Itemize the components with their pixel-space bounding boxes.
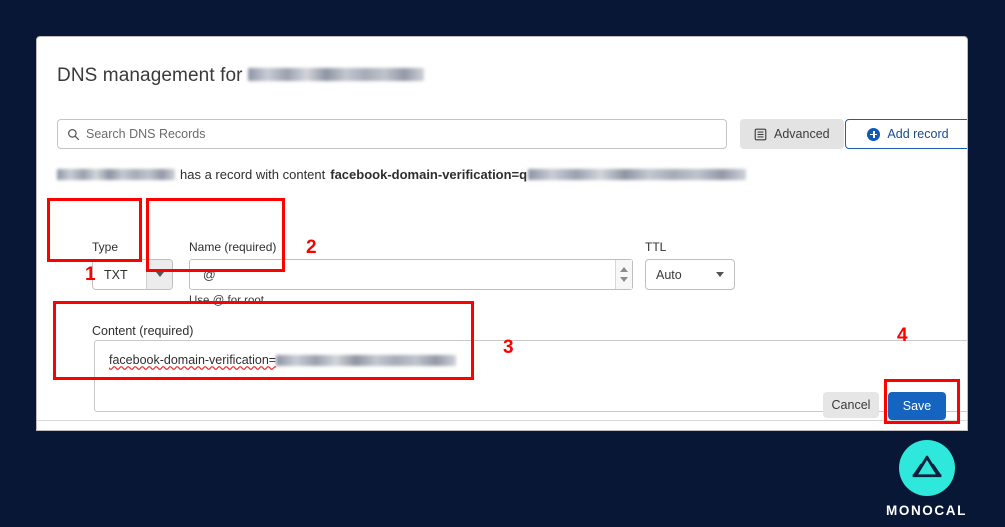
type-select[interactable]: TXT: [92, 259, 173, 290]
name-spinner[interactable]: [615, 260, 632, 289]
search-input[interactable]: Search DNS Records: [57, 119, 727, 149]
chevron-down-icon: [716, 272, 724, 277]
name-hint: Use @ for root: [189, 295, 264, 307]
content-text-row: facebook-domain-verification=: [109, 353, 967, 367]
redacted-domain-title: [247, 68, 424, 82]
type-field-group: Type TXT: [92, 240, 173, 290]
ttl-value: Auto: [656, 267, 682, 282]
type-label: Type: [92, 240, 119, 254]
save-button[interactable]: Save: [888, 392, 946, 420]
annotation-number-4: 4: [897, 325, 908, 346]
screenshot-root: DNS management for Search DNS Records Ad…: [0, 0, 1005, 527]
ttl-field-group: TTL Auto: [645, 240, 735, 290]
notice-record-content: facebook-domain-verification=q: [330, 167, 528, 182]
search-placeholder: Search DNS Records: [86, 127, 206, 141]
redacted-domain-notice: [57, 169, 175, 180]
name-input[interactable]: @: [189, 259, 633, 290]
content-value: facebook-domain-verification=: [109, 353, 277, 367]
annotation-number-2: 2: [306, 237, 317, 258]
name-field-group: Name (required) @ Use @ for root: [189, 240, 633, 307]
add-record-button-label: Add record: [887, 127, 949, 141]
logo-circle: [898, 440, 955, 496]
name-label: Name (required): [189, 240, 277, 254]
advanced-button[interactable]: Advanced: [740, 119, 844, 149]
existing-record-notice: has a record with content facebook-domai…: [57, 167, 747, 182]
redacted-content-value: [276, 354, 457, 366]
chevron-down-icon: [155, 272, 164, 277]
ttl-label: TTL: [645, 240, 667, 254]
ttl-select[interactable]: Auto: [645, 259, 735, 290]
list-document-icon: [754, 128, 767, 140]
type-dropdown-toggle[interactable]: [146, 260, 172, 289]
notice-middle-text: has a record with content: [180, 167, 326, 182]
mountain-logo-icon: [912, 455, 941, 478]
chevron-up-icon[interactable]: [620, 267, 628, 272]
footer-divider: [37, 420, 967, 421]
type-value: TXT: [104, 267, 128, 282]
page-title: DNS management for: [57, 65, 424, 87]
brand-name: MONOCAL: [886, 503, 967, 518]
cancel-button[interactable]: Cancel: [823, 392, 879, 418]
annotation-number-1: 1: [85, 264, 96, 285]
dns-management-card: DNS management for Search DNS Records Ad…: [36, 36, 968, 431]
content-label: Content (required): [92, 324, 194, 338]
plus-circle-icon: [867, 127, 881, 141]
toolbar-row: Search DNS Records Advanced Add record: [57, 119, 967, 149]
add-record-button[interactable]: Add record: [845, 119, 967, 149]
page-title-prefix: DNS management for: [57, 65, 243, 86]
brand-logo: MONOCAL: [884, 440, 969, 518]
redacted-record-value: [528, 169, 747, 180]
search-icon: [68, 128, 80, 140]
name-value: @: [203, 267, 216, 282]
chevron-down-icon[interactable]: [620, 277, 628, 282]
advanced-button-label: Advanced: [774, 127, 830, 141]
annotation-number-3: 3: [503, 337, 514, 358]
